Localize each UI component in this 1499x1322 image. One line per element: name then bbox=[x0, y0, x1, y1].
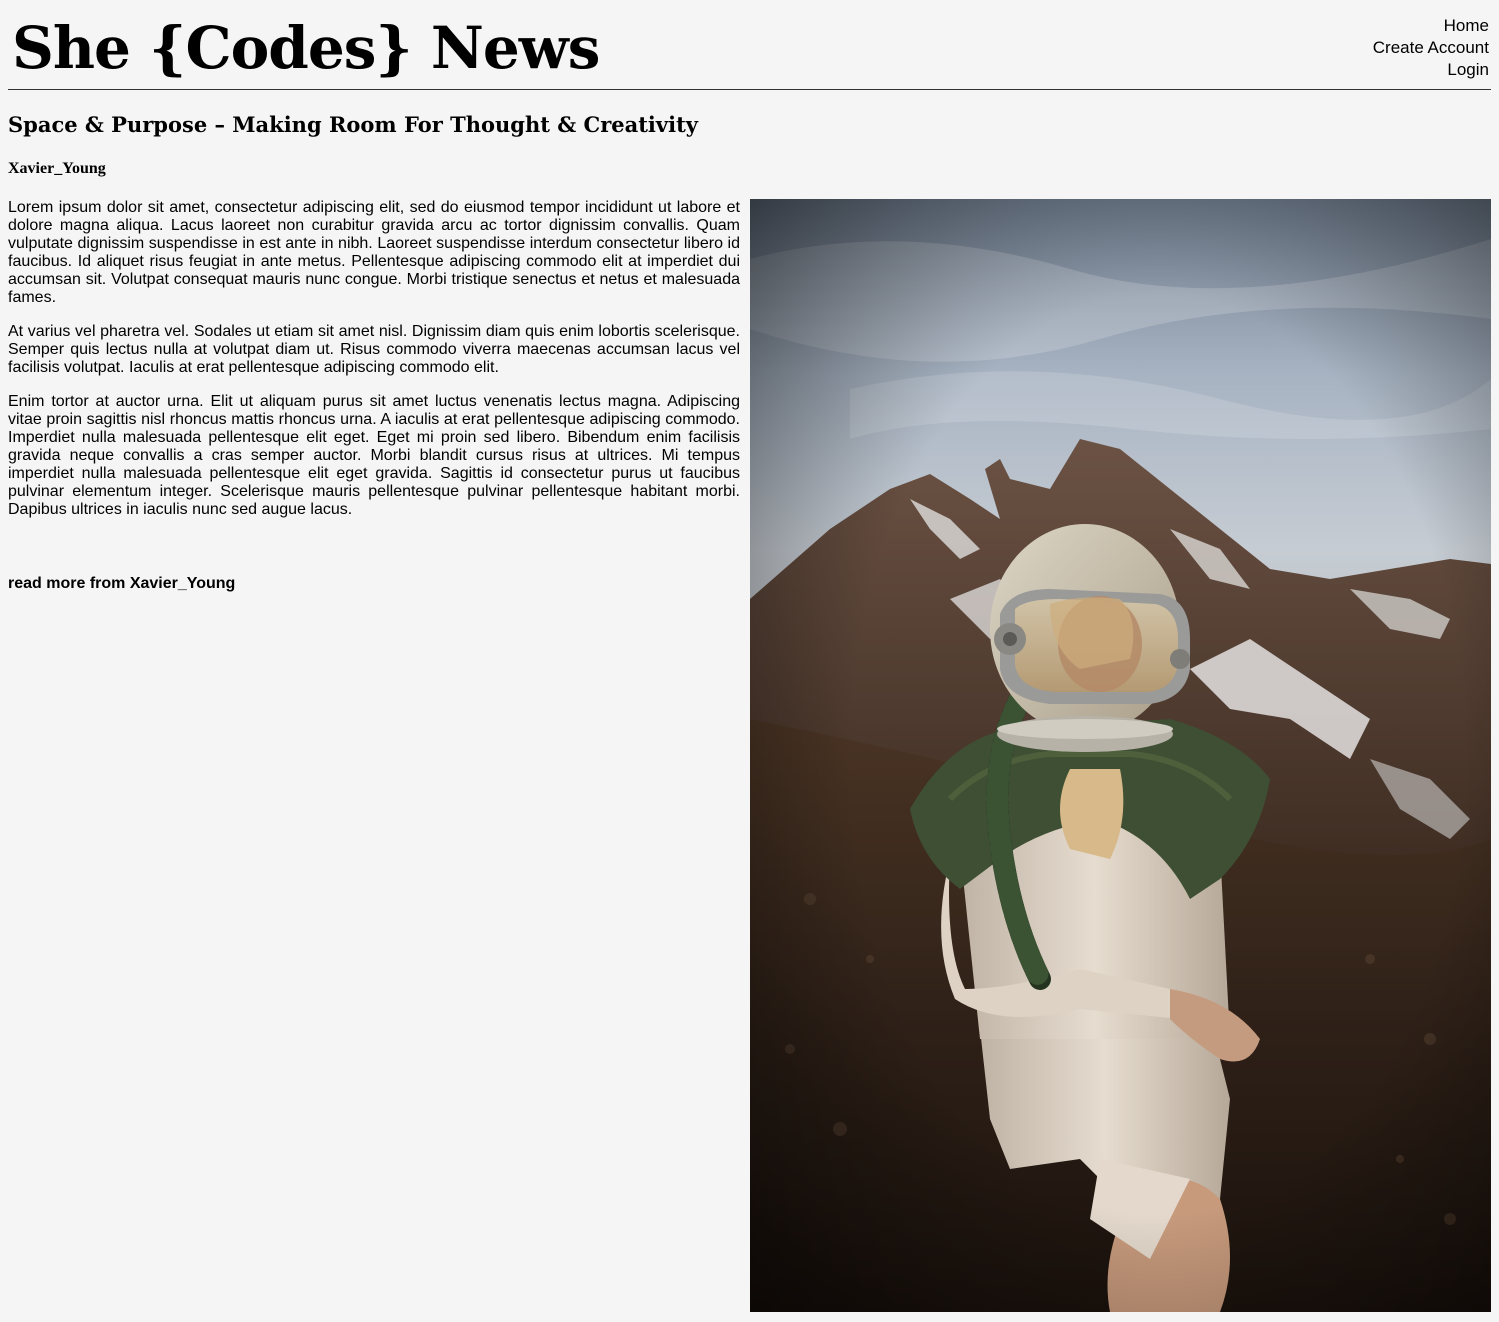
astronaut-mountain-photo bbox=[750, 199, 1491, 1312]
article-body: Lorem ipsum dolor sit amet, consectetur … bbox=[8, 199, 740, 535]
nav-create-account-link[interactable]: Create Account bbox=[1373, 37, 1489, 59]
main-nav: Home Create Account Login bbox=[1373, 15, 1489, 81]
nav-home-link[interactable]: Home bbox=[1373, 15, 1489, 37]
article-author: Xavier_Young bbox=[8, 160, 106, 177]
site-header: She {Codes} News Home Create Account Log… bbox=[8, 0, 1491, 90]
article-paragraph-2: At varius vel pharetra vel. Sodales ut e… bbox=[8, 323, 740, 376]
nav-login-link[interactable]: Login bbox=[1373, 59, 1489, 81]
article-paragraph-1: Lorem ipsum dolor sit amet, consectetur … bbox=[8, 199, 740, 306]
site-title: She {Codes} News bbox=[12, 14, 600, 82]
article-title: Space & Purpose – Making Room For Though… bbox=[8, 112, 698, 137]
read-more-link[interactable]: read more from Xavier_Young bbox=[8, 574, 235, 594]
article-paragraph-3: Enim tortor at auctor urna. Elit ut aliq… bbox=[8, 393, 740, 518]
article-photo bbox=[750, 199, 1491, 1312]
